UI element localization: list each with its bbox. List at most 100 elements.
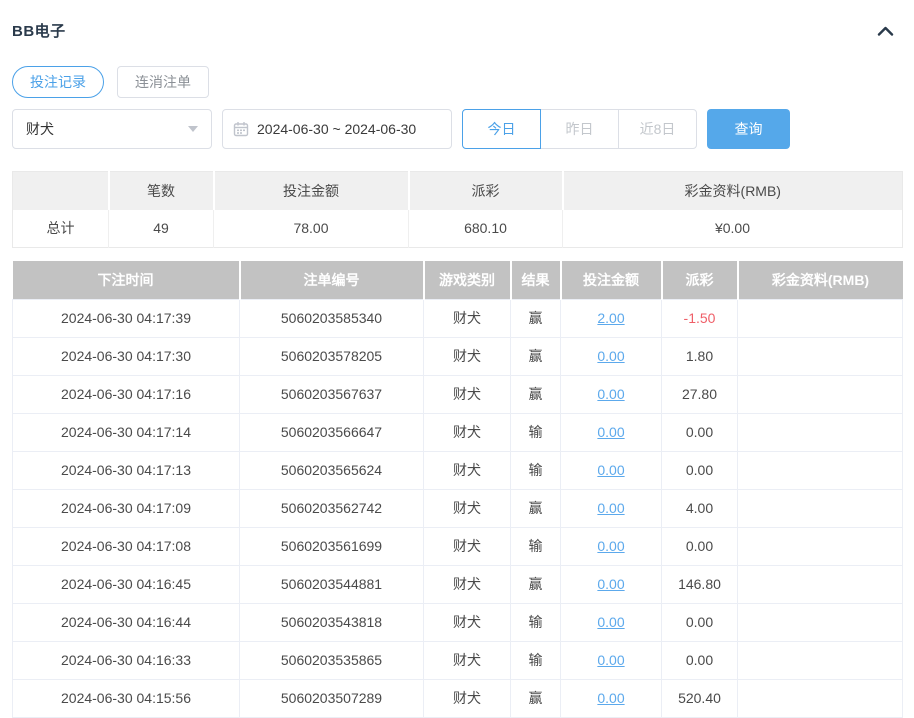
records-col-header: 下注时间 [12, 261, 241, 299]
date-range-value: 2024-06-30 ~ 2024-06-30 [257, 121, 417, 137]
payout-cell: 0.00 [661, 526, 738, 566]
bet-amount-link[interactable]: 2.00 [597, 310, 624, 326]
order-id-cell: 5060203562742 [239, 488, 424, 528]
summary-header-row: 笔数 投注金额 派彩 彩金资料(RMB) [12, 171, 903, 210]
game-type-cell: 财犬 [423, 336, 511, 376]
bet-amount-cell: 0.00 [560, 564, 662, 604]
bet-time-cell: 2024-06-30 04:17:09 [12, 488, 240, 528]
bet-amount-link[interactable]: 0.00 [597, 500, 624, 516]
bet-amount-link[interactable]: 0.00 [597, 652, 624, 668]
summary-table: 笔数 投注金额 派彩 彩金资料(RMB) 总计 49 78.00 680.10 … [12, 171, 903, 248]
bonus-cell [737, 298, 903, 338]
bet-amount-link[interactable]: 0.00 [597, 348, 624, 364]
calendar-icon [233, 121, 249, 137]
result-cell: 输 [510, 602, 561, 642]
summary-total-bet-amount: 78.00 [213, 209, 409, 248]
result-cell: 赢 [510, 488, 561, 528]
bet-amount-link[interactable]: 0.00 [597, 576, 624, 592]
record-row: 2024-06-30 04:16:45 5060203544881 财犬赢 0.00 1… [12, 564, 903, 604]
bonus-cell [737, 336, 903, 376]
yesterday-button[interactable]: 昨日 [540, 109, 619, 149]
bet-amount-link[interactable]: 0.00 [597, 424, 624, 440]
bet-amount-link[interactable]: 0.00 [597, 538, 624, 554]
result-cell: 赢 [510, 678, 561, 718]
order-id-cell: 5060203567637 [239, 374, 424, 414]
result-cell: 输 [510, 412, 561, 452]
order-id-cell: 5060203543818 [239, 602, 424, 642]
record-row: 2024-06-30 04:17:08 5060203561699 财犬输 0.00 0… [12, 526, 903, 566]
bonus-cell [737, 678, 903, 718]
bet-amount-link[interactable]: 0.00 [597, 614, 624, 630]
order-id-cell: 5060203578205 [239, 336, 424, 376]
records-col-header: 派彩 [661, 261, 739, 299]
bet-amount-cell: 0.00 [560, 678, 662, 718]
order-id-cell: 5060203507289 [239, 678, 424, 718]
bonus-cell [737, 374, 903, 414]
bonus-cell [737, 602, 903, 642]
filter-bar: 财犬 2024-06-30 ~ 2024-06-30 今日 昨日 近8日 查询 [12, 109, 902, 149]
record-row: 2024-06-30 04:17:30 5060203578205 财犬赢 0.00 1… [12, 336, 903, 376]
tab-cancelled-orders[interactable]: 连消注单 [117, 66, 209, 98]
result-cell: 输 [510, 640, 561, 680]
game-select[interactable]: 财犬 [12, 109, 212, 149]
bet-time-cell: 2024-06-30 04:17:08 [12, 526, 240, 566]
order-id-cell: 5060203565624 [239, 450, 424, 490]
payout-cell: 27.80 [661, 374, 738, 414]
order-id-cell: 5060203535865 [239, 640, 424, 680]
bet-records-panel: BB电子 投注记录 连消注单 财犬 2024-06-30 ~ 2024-06-3… [0, 0, 914, 718]
quick-date-button-group: 今日 昨日 近8日 [462, 109, 697, 149]
order-id-cell: 5060203566647 [239, 412, 424, 452]
payout-cell: 520.40 [661, 678, 738, 718]
bet-time-cell: 2024-06-30 04:16:33 [12, 640, 240, 680]
record-row: 2024-06-30 04:15:56 5060203507289 财犬赢 0.00 5… [12, 678, 903, 718]
game-type-cell: 财犬 [423, 298, 511, 338]
bet-time-cell: 2024-06-30 04:17:16 [12, 374, 240, 414]
bonus-cell [737, 412, 903, 452]
result-cell: 输 [510, 526, 561, 566]
summary-total-bonus: ¥0.00 [714, 220, 751, 237]
bonus-cell [737, 526, 903, 566]
bet-time-cell: 2024-06-30 04:15:56 [12, 678, 240, 718]
summary-col-bonus: 彩金资料(RMB) [562, 171, 903, 210]
last-8-days-button[interactable]: 近8日 [618, 109, 697, 149]
bet-amount-link[interactable]: 0.00 [597, 690, 624, 706]
summary-total-row: 总计 49 78.00 680.10 ¥0.00 [12, 209, 903, 248]
game-type-cell: 财犬 [423, 488, 511, 528]
game-type-cell: 财犬 [423, 412, 511, 452]
bet-time-cell: 2024-06-30 04:16:45 [12, 564, 240, 604]
bet-time-cell: 2024-06-30 04:17:39 [12, 298, 240, 338]
bet-amount-cell: 0.00 [560, 450, 662, 490]
tab-bet-records[interactable]: 投注记录 [12, 66, 104, 98]
summary-col-bet-amount: 投注金额 [213, 171, 410, 210]
bet-time-cell: 2024-06-30 04:16:44 [12, 602, 240, 642]
game-type-cell: 财犬 [423, 450, 511, 490]
bet-time-cell: 2024-06-30 04:17:30 [12, 336, 240, 376]
result-cell: 赢 [510, 336, 561, 376]
bet-amount-link[interactable]: 0.00 [597, 462, 624, 478]
record-row: 2024-06-30 04:17:14 5060203566647 财犬输 0.00 0… [12, 412, 903, 452]
records-header-row: 下注时间 注单编号 游戏类别 结果 投注金额 派彩 彩金资料(RMB) [12, 261, 903, 299]
game-select-value: 财犬 [26, 121, 54, 137]
bet-amount-cell: 0.00 [560, 602, 662, 642]
payout-cell: 0.00 [661, 602, 738, 642]
summary-total-label: 总计 [12, 209, 109, 248]
payout-cell: -1.50 [661, 298, 738, 338]
bonus-cell [737, 488, 903, 528]
bet-amount-cell: 0.00 [560, 374, 662, 414]
summary-col-payout: 派彩 [408, 171, 564, 210]
panel-header: BB电子 [12, 0, 902, 41]
bet-amount-link[interactable]: 0.00 [597, 386, 624, 402]
payout-cell: 0.00 [661, 640, 738, 680]
date-range-input[interactable]: 2024-06-30 ~ 2024-06-30 [222, 109, 452, 149]
bet-time-cell: 2024-06-30 04:17:14 [12, 412, 240, 452]
payout-cell: 0.00 [661, 412, 738, 452]
records-col-header: 结果 [510, 261, 562, 299]
collapse-chevron-up-icon[interactable] [875, 23, 896, 39]
bet-amount-cell: 0.00 [560, 526, 662, 566]
result-cell: 赢 [510, 564, 561, 604]
summary-total-payout: 680.10 [408, 209, 563, 248]
query-button[interactable]: 查询 [707, 109, 790, 149]
today-button[interactable]: 今日 [462, 109, 541, 149]
payout-cell: 4.00 [661, 488, 738, 528]
record-row: 2024-06-30 04:17:16 5060203567637 财犬赢 0.00 2… [12, 374, 903, 414]
